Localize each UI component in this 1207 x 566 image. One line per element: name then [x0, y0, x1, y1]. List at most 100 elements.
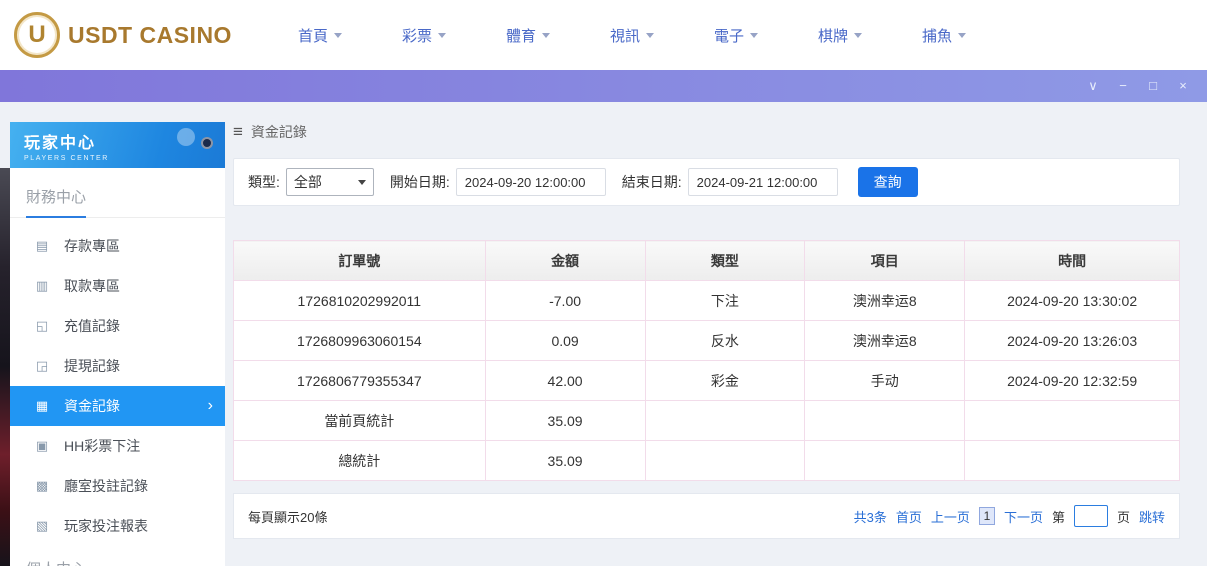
sidebar-section-finance: 財務中心 [10, 168, 225, 218]
section-label: 財務中心 [26, 186, 86, 218]
sidebar-item-withdrawal-record[interactable]: ◲ 提現記錄 [10, 346, 225, 386]
sidebar-item-label: 資金記錄 [64, 396, 120, 416]
type-select[interactable]: 全部 [286, 168, 374, 196]
sidebar-item-deposit[interactable]: ▤ 存款專區 [10, 226, 225, 266]
start-date-label: 開始日期: [390, 172, 450, 192]
table-header-cell: 類型 [645, 241, 805, 281]
table-row: 1726810202992011 -7.00 下注 澳洲幸运8 2024-09-… [234, 281, 1180, 321]
funds-table: 訂單號 金額 類型 項目 時間 1726810202992011 -7.00 下… [233, 240, 1180, 481]
casino-logo[interactable]: U USDT CASINO [14, 12, 232, 58]
sidebar-item-label: 提現記錄 [64, 356, 120, 376]
current-page-number[interactable]: 1 [979, 507, 995, 525]
menu-icon[interactable]: ≡ [233, 122, 243, 142]
sidebar-item-label: HH彩票下注 [64, 436, 140, 456]
table-cell: 澳洲幸运8 [805, 281, 965, 321]
table-cell: 手动 [805, 361, 965, 401]
page-jump-input[interactable] [1074, 505, 1108, 527]
table-header-cell: 金額 [485, 241, 645, 281]
table-header-cell: 時間 [965, 241, 1180, 281]
pager: 共3条 首页 上一页 1 下一页 第 页 跳转 [854, 505, 1165, 527]
table-cell: 1726809963060154 [234, 321, 486, 361]
table-cell: 2024-09-20 13:26:03 [965, 321, 1180, 361]
nav-item-home[interactable]: 首頁 [268, 25, 372, 46]
nav-item-lottery[interactable]: 彩票 [372, 25, 476, 46]
room-bet-record-icon: ▩ [34, 478, 50, 494]
type-label: 類型: [248, 172, 280, 192]
sidebar-item-label: 取款專區 [64, 276, 120, 296]
breadcrumb: ≡ 資金記錄 [233, 122, 1180, 142]
sidebar-item-label: 玩家投注報表 [64, 516, 148, 536]
next-page-link[interactable]: 下一页 [1004, 507, 1043, 526]
sidebar-subtitle: PLAYERS CENTER [24, 155, 225, 162]
table-cell: 1726806779355347 [234, 361, 486, 401]
window-minimize-icon[interactable]: − [1115, 78, 1131, 94]
recharge-record-icon: ◱ [34, 318, 50, 334]
nav-label: 首頁 [298, 25, 328, 46]
nav-item-sports[interactable]: 體育 [476, 25, 580, 46]
funds-record-icon: ▦ [34, 398, 50, 414]
sidebar-item-funds-record[interactable]: ▦ 資金記錄 › [10, 386, 225, 426]
sidebar-item-player-bet-report[interactable]: ▧ 玩家投注報表 [10, 506, 225, 546]
nav-item-boardgames[interactable]: 棋牌 [788, 25, 892, 46]
nav-label: 棋牌 [818, 25, 848, 46]
search-button[interactable]: 查詢 [858, 167, 918, 197]
window-collapse-icon[interactable]: ∨ [1085, 78, 1101, 94]
chevron-down-icon [854, 33, 862, 38]
sidebar-item-hh-lottery-bets[interactable]: ▣ HH彩票下注 [10, 426, 225, 466]
app-body: 玩家中心 PLAYERS CENTER 財務中心 ▤ 存款專區 ▥ 取款專區 ◱… [0, 102, 1207, 566]
type-select-value: 全部 [294, 172, 322, 192]
sidebar-item-recharge-record[interactable]: ◱ 充值記錄 [10, 306, 225, 346]
total-count-text: 共3条 [854, 507, 887, 526]
nav-item-fishing[interactable]: 捕魚 [892, 25, 996, 46]
sidebar-menu: ▤ 存款專區 ▥ 取款專區 ◱ 充值記錄 ◲ 提現記錄 ▦ 資金記錄 › ▣ [10, 218, 225, 546]
page-jump-button[interactable]: 跳转 [1139, 507, 1165, 526]
window-titlebar: ∨ − □ × [0, 70, 1207, 102]
pagination-bar: 每頁顯示20條 共3条 首页 上一页 1 下一页 第 页 跳转 [233, 493, 1180, 539]
nav-item-video[interactable]: 視訊 [580, 25, 684, 46]
logo-icon: U [14, 12, 60, 58]
page-suffix-label: 页 [1117, 507, 1130, 526]
table-row-total: 總統計 35.09 [234, 441, 1180, 481]
table-cell: 反水 [645, 321, 805, 361]
page-prefix-label: 第 [1052, 507, 1065, 526]
deposit-icon: ▤ [34, 238, 50, 254]
table-header-cell: 項目 [805, 241, 965, 281]
chevron-down-icon [958, 33, 966, 38]
table-cell: 42.00 [485, 361, 645, 401]
decor-ball-icon [201, 137, 213, 149]
table-cell: 35.09 [485, 401, 645, 441]
table-cell [645, 441, 805, 481]
start-date-input[interactable] [456, 168, 606, 196]
top-navigation: U USDT CASINO 首頁 彩票 體育 視訊 電子 棋牌 捕魚 [0, 0, 1207, 70]
table-cell: 2024-09-20 13:30:02 [965, 281, 1180, 321]
window-close-icon[interactable]: × [1175, 78, 1191, 94]
table-cell: 澳洲幸运8 [805, 321, 965, 361]
table-cell [965, 401, 1180, 441]
sidebar-item-withdraw[interactable]: ▥ 取款專區 [10, 266, 225, 306]
sidebar-item-room-bet-record[interactable]: ▩ 廳室投註記錄 [10, 466, 225, 506]
window-maximize-icon[interactable]: □ [1145, 78, 1161, 94]
chevron-down-icon [542, 33, 550, 38]
main-content: ≡ 資金記錄 類型: 全部 開始日期: 結束日期: 查詢 訂單號 [233, 122, 1180, 539]
decor-circle-icon [177, 128, 195, 146]
player-bet-report-icon: ▧ [34, 518, 50, 534]
table-cell: 總統計 [234, 441, 486, 481]
nav-item-electronic[interactable]: 電子 [684, 25, 788, 46]
table-cell: 1726810202992011 [234, 281, 486, 321]
table-cell: 35.09 [485, 441, 645, 481]
table-row-page-subtotal: 當前頁統計 35.09 [234, 401, 1180, 441]
prev-page-link[interactable]: 上一页 [931, 507, 970, 526]
withdraw-icon: ▥ [34, 278, 50, 294]
logo-text: USDT CASINO [68, 22, 232, 49]
nav-label: 視訊 [610, 25, 640, 46]
table-cell [645, 401, 805, 441]
table-cell [965, 441, 1180, 481]
sidebar: 玩家中心 PLAYERS CENTER 財務中心 ▤ 存款專區 ▥ 取款專區 ◱… [10, 122, 225, 566]
nav-label: 捕魚 [922, 25, 952, 46]
sidebar-header: 玩家中心 PLAYERS CENTER [10, 122, 225, 168]
table-row: 1726809963060154 0.09 反水 澳洲幸运8 2024-09-2… [234, 321, 1180, 361]
table-cell [805, 441, 965, 481]
end-date-input[interactable] [688, 168, 838, 196]
first-page-link[interactable]: 首页 [896, 507, 922, 526]
sidebar-section-personal: 個人中心 [10, 546, 225, 566]
